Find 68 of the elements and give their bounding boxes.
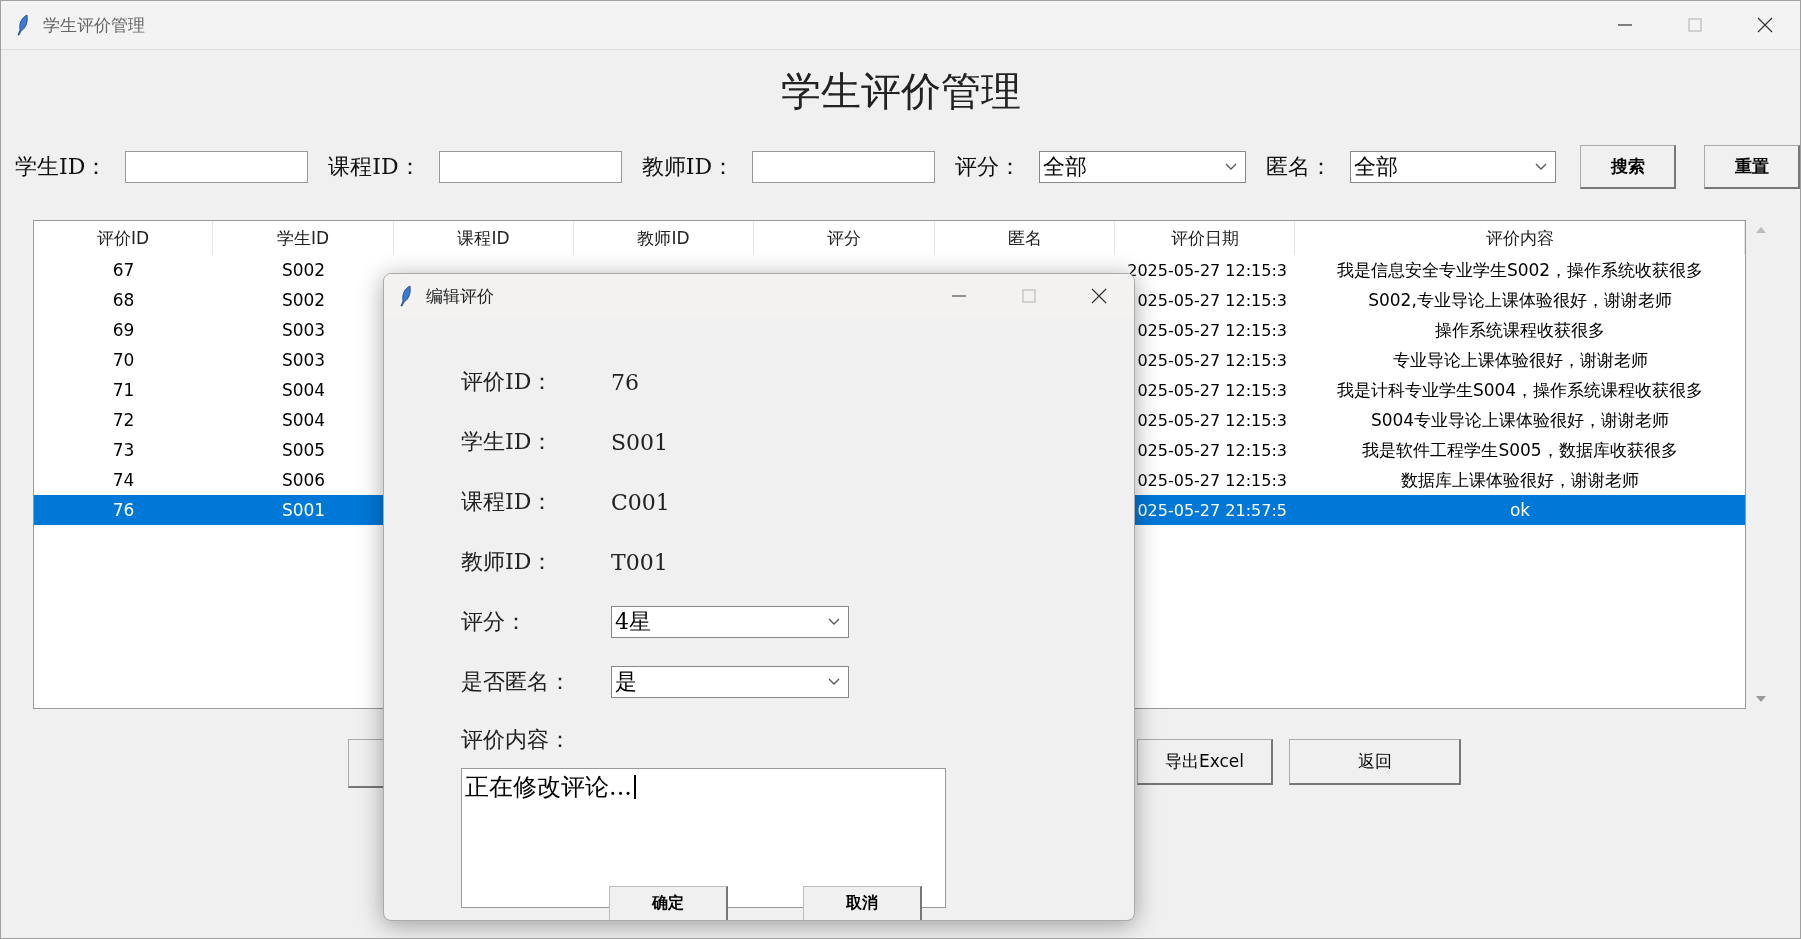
- dropdown[interactable]: 全部: [1349, 151, 1557, 183]
- dropdown[interactable]: 全部: [1039, 151, 1246, 183]
- filter-label: 匿名：: [1265, 153, 1332, 181]
- input-field[interactable]: [752, 151, 936, 183]
- table-cell[interactable]: 专业导论上课体验很好，谢谢老师: [1295, 345, 1745, 375]
- filter-button[interactable]: 搜索: [1580, 145, 1676, 189]
- dialog-button[interactable]: 取消: [803, 886, 922, 920]
- table-cell[interactable]: S002,专业导论上课体验很好，谢谢老师: [1295, 285, 1745, 315]
- field-value: 76: [611, 369, 639, 395]
- scroll-up-icon[interactable]: [1755, 226, 1767, 234]
- field-value: T001: [611, 549, 668, 575]
- action-button[interactable]: 返回: [1289, 739, 1461, 785]
- column-header[interactable]: 学生ID: [213, 221, 394, 255]
- table-cell[interactable]: 71: [34, 375, 213, 405]
- field-label: 评价内容：: [461, 726, 571, 754]
- table-cell[interactable]: 74: [34, 465, 213, 495]
- feather-icon: [17, 14, 29, 36]
- table-cell[interactable]: 数据库上课体验很好，谢谢老师: [1295, 465, 1745, 495]
- field-label: 评价ID：: [461, 368, 555, 396]
- field-label: 是否匿名：: [461, 668, 572, 696]
- table-cell[interactable]: 70: [34, 345, 213, 375]
- column-header[interactable]: 评分: [754, 221, 935, 255]
- page-heading: 学生评价管理: [780, 66, 1021, 116]
- field-value: S001: [611, 429, 669, 455]
- scroll-down-icon[interactable]: [1755, 695, 1767, 703]
- filter-label: 学生ID：: [15, 153, 108, 181]
- column-header[interactable]: 匿名: [935, 221, 1115, 255]
- feather-icon: [400, 285, 412, 307]
- filter-label: 教师ID：: [641, 153, 735, 181]
- column-header[interactable]: 评价日期: [1115, 221, 1295, 255]
- table-cell[interactable]: 69: [34, 315, 213, 345]
- dialog-button[interactable]: 确定: [609, 886, 728, 920]
- field-label: 教师ID：: [461, 548, 555, 576]
- dropdown[interactable]: 是: [611, 666, 849, 698]
- action-button[interactable]: 导出Excel: [1137, 739, 1273, 785]
- table-cell[interactable]: 73: [34, 435, 213, 465]
- field-value: C001: [611, 489, 670, 515]
- table-cell[interactable]: 68: [34, 285, 213, 315]
- input-field[interactable]: [438, 151, 622, 183]
- table-cell[interactable]: 我是信息安全专业学生S002，操作系统收获很多: [1295, 255, 1745, 285]
- table-cell[interactable]: 76: [34, 495, 213, 525]
- column-header[interactable]: 教师ID: [574, 221, 754, 255]
- table-cell[interactable]: S004专业导论上课体验很好，谢谢老师: [1295, 405, 1745, 435]
- field-label: 课程ID：: [461, 488, 555, 516]
- dialog-title: 编辑评价: [426, 284, 494, 308]
- chevron-down-icon: [828, 618, 840, 626]
- table-cell[interactable]: ok: [1295, 495, 1745, 525]
- filter-button[interactable]: 重置: [1704, 145, 1800, 189]
- input-field[interactable]: [125, 151, 309, 183]
- field-label: 学生ID：: [461, 428, 555, 456]
- table-cell[interactable]: 67: [34, 255, 213, 285]
- table-cell[interactable]: 72: [34, 405, 213, 435]
- table-cell[interactable]: S002: [213, 255, 394, 285]
- window-title: 学生评价管理: [43, 13, 145, 37]
- chevron-down-icon: [1535, 163, 1548, 171]
- filter-label: 课程ID：: [328, 153, 421, 181]
- filter-label: 评分：: [955, 153, 1022, 181]
- column-header[interactable]: 课程ID: [394, 221, 574, 255]
- column-header[interactable]: 评价内容: [1295, 221, 1745, 255]
- column-header[interactable]: 评价ID: [34, 221, 213, 255]
- table-cell[interactable]: 我是软件工程学生S005，数据库收获很多: [1295, 435, 1745, 465]
- field-label: 评分：: [461, 608, 528, 636]
- table-cell[interactable]: 我是计科专业学生S004，操作系统课程收获很多: [1295, 375, 1745, 405]
- chevron-down-icon: [828, 678, 840, 686]
- chevron-down-icon: [1224, 163, 1237, 171]
- dropdown[interactable]: 4星: [611, 606, 849, 638]
- table-cell[interactable]: 操作系统课程收获很多: [1295, 315, 1745, 345]
- table-cell[interactable]: 2025-05-27 12:15:3: [1115, 255, 1295, 285]
